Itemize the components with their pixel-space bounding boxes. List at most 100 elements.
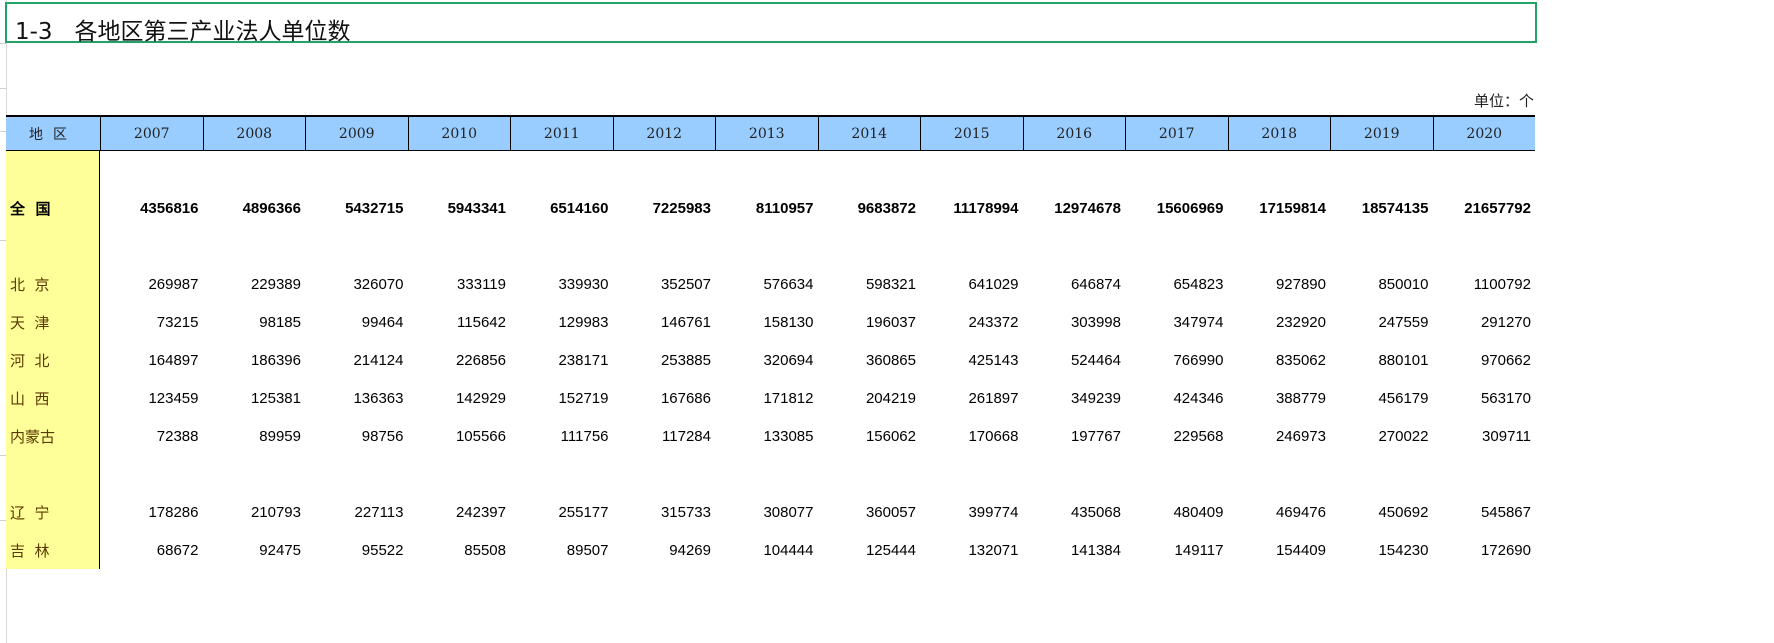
value-cell[interactable]: 1100792	[1433, 276, 1536, 293]
value-cell[interactable]: 95522	[305, 542, 408, 559]
header-year-2016[interactable]: 2016	[1022, 117, 1126, 150]
value-cell[interactable]: 360865	[818, 352, 921, 369]
value-cell[interactable]: 654823	[1125, 276, 1228, 293]
header-year-2011[interactable]: 2011	[510, 117, 613, 150]
value-cell[interactable]: 4356816	[100, 200, 203, 217]
value-cell[interactable]: 291270	[1433, 314, 1536, 331]
value-cell[interactable]: 425143	[920, 352, 1023, 369]
value-cell[interactable]: 927890	[1228, 276, 1331, 293]
header-year-2014[interactable]: 2014	[817, 117, 921, 150]
value-cell[interactable]: 133085	[715, 428, 818, 445]
value-cell[interactable]: 92475	[203, 542, 306, 559]
value-cell[interactable]: 598321	[818, 276, 921, 293]
value-cell[interactable]: 154230	[1330, 542, 1433, 559]
value-cell[interactable]: 246973	[1228, 428, 1331, 445]
value-cell[interactable]: 232920	[1228, 314, 1331, 331]
value-cell[interactable]: 308077	[715, 504, 818, 521]
value-cell[interactable]: 210793	[203, 504, 306, 521]
value-cell[interactable]: 229389	[203, 276, 306, 293]
value-cell[interactable]: 261897	[920, 390, 1023, 407]
region-name-cell[interactable]: 山 西	[6, 388, 100, 409]
selected-title-cell[interactable]: 1-3 各地区第三产业法人单位数	[5, 2, 1537, 45]
value-cell[interactable]: 766990	[1125, 352, 1228, 369]
value-cell[interactable]: 229568	[1125, 428, 1228, 445]
value-cell[interactable]: 5432715	[305, 200, 408, 217]
value-cell[interactable]: 9683872	[818, 200, 921, 217]
header-year-2009[interactable]: 2009	[305, 117, 408, 150]
value-cell[interactable]: 242397	[408, 504, 511, 521]
region-name-cell[interactable]: 天 津	[6, 312, 100, 333]
value-cell[interactable]: 136363	[305, 390, 408, 407]
value-cell[interactable]: 196037	[818, 314, 921, 331]
value-cell[interactable]: 167686	[613, 390, 716, 407]
value-cell[interactable]: 171812	[715, 390, 818, 407]
value-cell[interactable]: 435068	[1023, 504, 1126, 521]
value-cell[interactable]: 480409	[1125, 504, 1228, 521]
value-cell[interactable]: 6514160	[510, 200, 613, 217]
header-year-2020[interactable]: 2020	[1432, 117, 1536, 150]
header-year-2013[interactable]: 2013	[715, 117, 818, 150]
value-cell[interactable]: 270022	[1330, 428, 1433, 445]
value-cell[interactable]: 4896366	[203, 200, 306, 217]
header-year-2018[interactable]: 2018	[1227, 117, 1331, 150]
value-cell[interactable]: 17159814	[1228, 200, 1331, 217]
value-cell[interactable]: 5943341	[408, 200, 511, 217]
value-cell[interactable]: 146761	[613, 314, 716, 331]
value-cell[interactable]: 115642	[408, 314, 511, 331]
header-year-2008[interactable]: 2008	[202, 117, 306, 150]
value-cell[interactable]: 104444	[715, 542, 818, 559]
value-cell[interactable]: 154409	[1228, 542, 1331, 559]
value-cell[interactable]: 172690	[1433, 542, 1536, 559]
value-cell[interactable]: 238171	[510, 352, 613, 369]
value-cell[interactable]: 545867	[1433, 504, 1536, 521]
value-cell[interactable]: 142929	[408, 390, 511, 407]
region-name-cell[interactable]: 吉 林	[6, 540, 100, 561]
header-year-2007[interactable]: 2007	[100, 117, 203, 150]
value-cell[interactable]: 12974678	[1023, 200, 1126, 217]
value-cell[interactable]: 253885	[613, 352, 716, 369]
region-name-cell[interactable]: 内蒙古	[6, 426, 100, 447]
value-cell[interactable]: 388779	[1228, 390, 1331, 407]
value-cell[interactable]: 303998	[1023, 314, 1126, 331]
value-cell[interactable]: 98756	[305, 428, 408, 445]
region-name-cell[interactable]: 河 北	[6, 350, 100, 371]
value-cell[interactable]: 347974	[1125, 314, 1228, 331]
value-cell[interactable]: 255177	[510, 504, 613, 521]
value-cell[interactable]: 227113	[305, 504, 408, 521]
value-cell[interactable]: 178286	[100, 504, 203, 521]
value-cell[interactable]: 835062	[1228, 352, 1331, 369]
value-cell[interactable]: 73215	[100, 314, 203, 331]
value-cell[interactable]: 197767	[1023, 428, 1126, 445]
header-year-2015[interactable]: 2015	[920, 117, 1023, 150]
value-cell[interactable]: 204219	[818, 390, 921, 407]
value-cell[interactable]: 89959	[203, 428, 306, 445]
value-cell[interactable]: 117284	[613, 428, 716, 445]
value-cell[interactable]: 68672	[100, 542, 203, 559]
value-cell[interactable]: 399774	[920, 504, 1023, 521]
header-year-2012[interactable]: 2012	[612, 117, 716, 150]
region-name-cell[interactable]: 全 国	[6, 198, 100, 219]
value-cell[interactable]: 247559	[1330, 314, 1433, 331]
value-cell[interactable]: 226856	[408, 352, 511, 369]
value-cell[interactable]: 339930	[510, 276, 613, 293]
value-cell[interactable]: 125381	[203, 390, 306, 407]
value-cell[interactable]: 89507	[510, 542, 613, 559]
value-cell[interactable]: 524464	[1023, 352, 1126, 369]
region-name-cell[interactable]: 辽 宁	[6, 502, 100, 523]
value-cell[interactable]: 164897	[100, 352, 203, 369]
value-cell[interactable]: 111756	[510, 428, 613, 445]
value-cell[interactable]: 450692	[1330, 504, 1433, 521]
value-cell[interactable]: 11178994	[920, 200, 1023, 217]
value-cell[interactable]: 18574135	[1330, 200, 1433, 217]
value-cell[interactable]: 72388	[100, 428, 203, 445]
value-cell[interactable]: 214124	[305, 352, 408, 369]
value-cell[interactable]: 469476	[1228, 504, 1331, 521]
value-cell[interactable]: 170668	[920, 428, 1023, 445]
value-cell[interactable]: 563170	[1433, 390, 1536, 407]
header-year-2010[interactable]: 2010	[407, 117, 511, 150]
value-cell[interactable]: 970662	[1433, 352, 1536, 369]
value-cell[interactable]: 98185	[203, 314, 306, 331]
value-cell[interactable]: 576634	[715, 276, 818, 293]
value-cell[interactable]: 269987	[100, 276, 203, 293]
header-year-2019[interactable]: 2019	[1330, 117, 1433, 150]
